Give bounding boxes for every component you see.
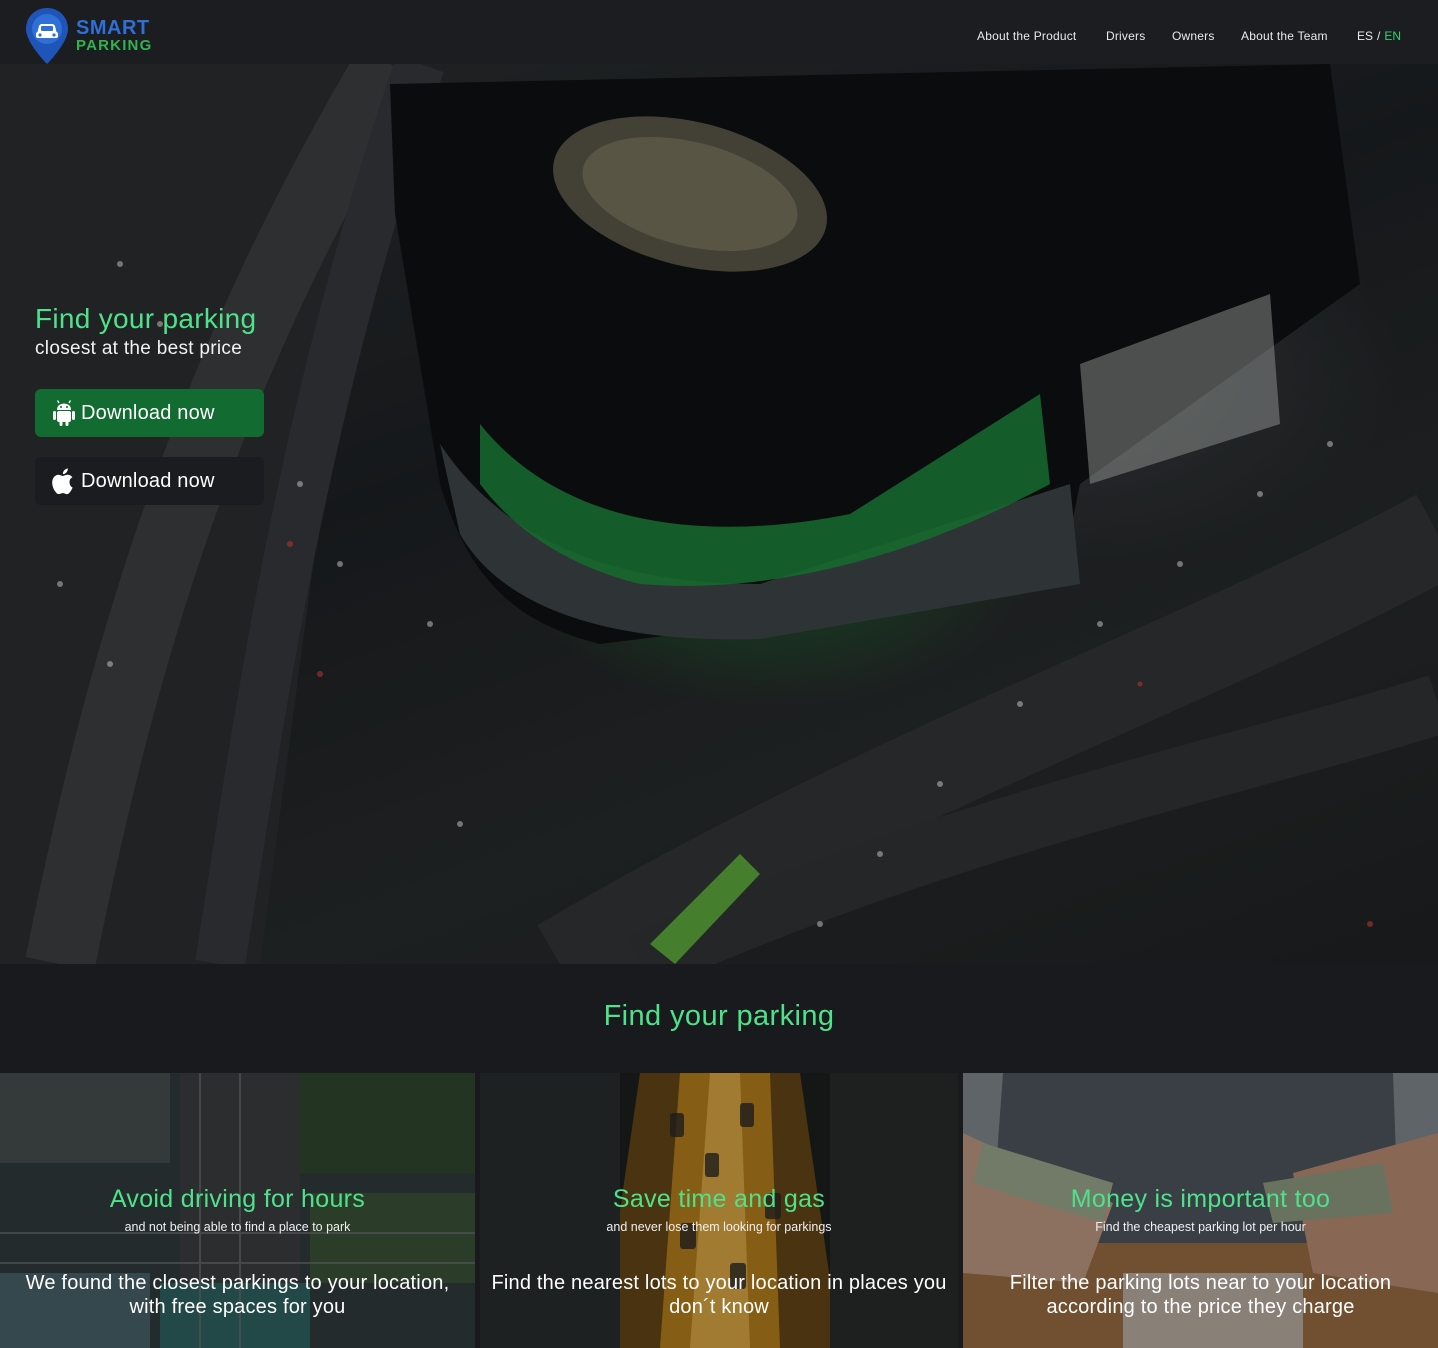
language-switcher: ES / EN — [1357, 29, 1401, 43]
card-title: Save time and gas — [612, 1185, 826, 1213]
download-ios-button[interactable]: Download now — [35, 457, 264, 505]
feature-cards: Avoid driving for hours and not being ab… — [0, 1073, 1438, 1348]
hero-text: Find your parking closest at the best pr… — [35, 302, 256, 362]
download-ios-label: Download now — [81, 469, 215, 492]
card-title: Avoid driving for hours — [109, 1185, 366, 1213]
download-android-label: Download now — [81, 401, 215, 424]
feature-card: Save time and gas and never lose them lo… — [480, 1073, 958, 1348]
hero-section: Find your parking closest at the best pr… — [0, 64, 1438, 964]
feature-card: Avoid driving for hours and not being ab… — [0, 1073, 475, 1348]
lang-en[interactable]: EN — [1384, 29, 1401, 43]
lang-es[interactable]: ES — [1357, 29, 1373, 43]
site-header: SMART PARKING About the Product Drivers … — [0, 0, 1438, 64]
card-title: Money is important too — [1070, 1185, 1331, 1213]
apple-icon — [52, 468, 73, 495]
lang-separator: / — [1377, 29, 1381, 43]
card-subtitle: Find the cheapest parking lot per hour — [1095, 1220, 1306, 1234]
android-icon — [53, 400, 75, 426]
nav-about-team[interactable]: About the Team — [1241, 29, 1328, 43]
logo-line-1: SMART — [76, 17, 150, 39]
card-subtitle: and never lose them looking for parkings — [606, 1220, 832, 1234]
nav-drivers[interactable]: Drivers — [1106, 29, 1145, 43]
logo-line-2: PARKING — [76, 37, 153, 54]
hero-background-image — [0, 64, 1438, 964]
card-body: We found the closest parkings to your lo… — [25, 1272, 450, 1318]
smart-parking-logo[interactable]: SMART PARKING — [24, 6, 164, 66]
nav-owners[interactable]: Owners — [1172, 29, 1215, 43]
car-pin-icon — [26, 8, 68, 64]
nav-about-product[interactable]: About the Product — [977, 29, 1076, 43]
card-body: Filter the parking lots near to your loc… — [1009, 1272, 1392, 1318]
card-subtitle: and not being able to find a place to pa… — [124, 1220, 351, 1234]
card-body: Find the nearest lots to your location i… — [491, 1272, 947, 1318]
feature-card: Money is important too Find the cheapest… — [963, 1073, 1438, 1348]
hero-subtitle: closest at the best price — [35, 338, 243, 359]
download-android-button[interactable]: Download now — [35, 389, 264, 437]
features-title: Find your parking — [603, 1000, 835, 1032]
hero-title: Find your parking — [35, 303, 257, 334]
